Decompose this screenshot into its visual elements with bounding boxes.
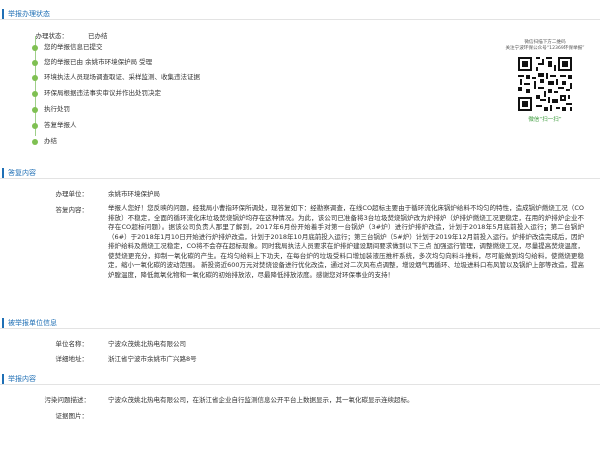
step-label: 办结 [44,137,57,145]
reply-unit-label: 办理单位： [55,190,89,198]
step-dot-icon [32,139,38,145]
qr-caption-scan: 微信“扫一扫” [528,117,562,123]
step-label: 环保局根据违法事实审议并作出处罚决定 [44,89,161,97]
reply-section-title: 答复内容 [2,168,36,178]
status-value: 已办结 [88,32,108,40]
reply-content-label: 答复内容： [55,206,89,214]
reported-unit-section-header: 被举报单位信息 [0,317,600,329]
qr-caption-line2: 关注宁波环保公众号“12369环保举报” [505,46,585,51]
step-dot-icon [32,75,38,81]
status-section-header: 举报办理状态 [0,8,600,20]
status-section-title: 举报办理状态 [2,9,50,19]
unit-name-value: 宁波众茂姚北热电有限公司 [108,340,186,348]
step-dot-icon [32,60,38,66]
report-section-header: 举报内容 [0,373,600,385]
wechat-qr-panel: 微信扫描下方二维码 关注宁波环保公众号“12369环保举报” 微信“扫一扫” [505,40,585,123]
step-dot-icon [32,107,38,113]
step-dot-icon [32,45,38,51]
step-label: 您的举报信息已提交 [44,43,103,51]
problem-label: 污染问题描述： [44,396,91,404]
reply-unit-value: 余姚市环境保护局 [108,190,160,198]
step-label: 环境执法人员现场调查取证、采样监测、收集违法证据 [44,73,200,81]
problem-value: 宁波众茂姚北热电有限公司，在浙江省企业自行监测信息公开平台上数据显示，其一氧化碳… [108,396,414,404]
qr-code-icon [516,55,574,113]
reply-section-header: 答复内容 [0,167,600,179]
unit-name-label: 单位名称： [55,340,89,348]
reply-content-text: 举报人您好！您反映的问题，经我局小曹指环保所调处，现答复如下：经勘察调查，在线C… [108,204,584,279]
step-label: 您的举报已由 余姚市环境保护局 受理 [44,58,153,66]
status-label: 办理状态： [35,32,69,40]
evidence-label: 证据图片： [55,412,89,420]
step-dot-icon [32,123,38,129]
unit-address-label: 详细地址： [55,355,89,363]
timeline-line [35,36,36,136]
step-dot-icon [32,91,38,97]
step-label: 答复举报人 [44,121,77,129]
unit-address-value: 浙江省宁波市余姚市广兴路8号 [108,355,197,363]
step-label: 执行处罚 [44,105,70,113]
reported-unit-section-title: 被举报单位信息 [2,318,57,328]
report-section-title: 举报内容 [2,374,36,384]
